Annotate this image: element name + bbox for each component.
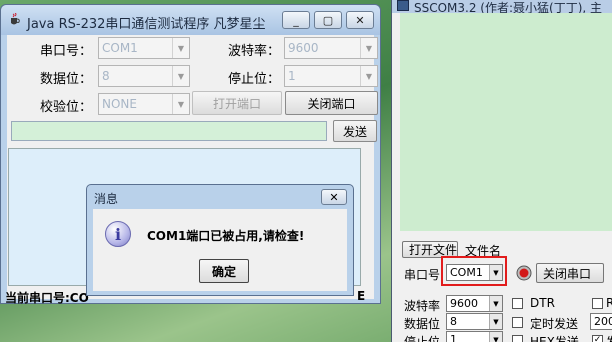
stopbits-combo[interactable]: 1 ▼	[284, 65, 378, 87]
port-combo[interactable]: COM1 ▼	[98, 37, 190, 59]
chevron-down-icon: ▼	[360, 66, 377, 86]
timed-send-label: 定时发送	[530, 317, 579, 331]
chevron-down-icon: ▼	[172, 38, 189, 58]
stopbits-value: 1	[288, 69, 296, 83]
minimize-icon: _	[293, 13, 299, 27]
maximize-icon: ▢	[322, 13, 334, 27]
sscom-app-icon	[397, 0, 409, 11]
dtr-label: DTR	[530, 296, 555, 310]
chevron-down-icon: ▼	[489, 314, 502, 329]
databits-combo[interactable]: 8 ▼	[98, 65, 190, 87]
timed-send-checkbox[interactable]	[512, 317, 523, 328]
message-dialog: 消息 ✕ i COM1端口已被占用,请检查! 确定	[86, 184, 354, 296]
rts-label: R	[606, 296, 612, 310]
window-title: Java RS-232串口通信测试程序 凡梦星尘	[27, 17, 266, 32]
baud-combo[interactable]: 9600 ▼	[284, 37, 378, 59]
chevron-down-icon: ▼	[360, 38, 377, 58]
hex-send-checkbox[interactable]	[512, 335, 523, 342]
dialog-title: 消息	[94, 192, 119, 206]
sscom-stopbits-label: 停止位	[404, 335, 441, 342]
sscom-window: SSCOM3.2 (作者:聂小猛(丁丁), 主 打开文件 文件名 串口号 COM…	[391, 0, 612, 342]
status-text: 当前串口号:CO	[5, 291, 89, 305]
chevron-down-icon: ▼	[489, 296, 502, 311]
close-icon: ✕	[329, 190, 339, 204]
rts-checkbox[interactable]	[592, 298, 603, 309]
parity-label: 校验位：	[40, 100, 93, 115]
close-port-button[interactable]: 关闭端口	[285, 91, 378, 115]
baud-value: 9600	[288, 41, 319, 55]
port-label: 串口号：	[40, 44, 93, 59]
info-glyph: i	[114, 224, 122, 244]
sscom-port-label: 串口号	[404, 268, 441, 282]
dialog-body: i COM1端口已被占用,请检查! 确定	[93, 209, 347, 291]
send-button[interactable]: 发送	[333, 120, 377, 142]
chevron-down-icon: ▼	[489, 332, 502, 342]
annotation-highlight-box	[441, 256, 507, 286]
port-value: COM1	[102, 41, 138, 55]
stopbits-label: 停止位：	[228, 72, 281, 87]
send-input[interactable]	[11, 121, 327, 141]
parity-combo[interactable]: NONE ▼	[98, 93, 190, 115]
databits-value: 8	[102, 69, 110, 83]
sscom-baud-combo[interactable]: 9600 ▼	[446, 295, 503, 312]
dialog-close-button[interactable]: ✕	[321, 189, 347, 205]
sscom-baud-value: 9600	[450, 297, 478, 310]
sscom-close-port-button[interactable]: 关闭串口	[536, 263, 604, 283]
status-text-tail: E	[357, 289, 366, 303]
sscom-databits-label: 数据位	[404, 317, 441, 331]
close-button[interactable]: ✕	[346, 11, 374, 29]
ok-button[interactable]: 确定	[199, 259, 249, 283]
minimize-button[interactable]: _	[282, 11, 310, 29]
sscom-stopbits-combo[interactable]: 1 ▼	[446, 331, 503, 342]
hex-send-label: HEX发送	[530, 335, 579, 342]
title-bar[interactable]: Java RS-232串口通信测试程序 凡梦星尘 _ ▢ ✕	[1, 5, 380, 35]
interval-input[interactable]: 2000	[590, 313, 612, 330]
java-cup-icon	[11, 13, 20, 25]
open-port-button[interactable]: 打开端口	[192, 91, 282, 115]
databits-label: 数据位：	[40, 72, 93, 87]
dtr-checkbox[interactable]	[512, 298, 523, 309]
interval-value: 2000	[594, 315, 612, 328]
chevron-down-icon: ▼	[172, 94, 189, 114]
dialog-message: COM1端口已被占用,请检查!	[147, 229, 305, 243]
sscom-title-bar[interactable]: SSCOM3.2 (作者:聂小猛(丁丁), 主	[392, 0, 612, 15]
sscom-baud-label: 波特率	[404, 299, 441, 313]
chevron-down-icon: ▼	[172, 66, 189, 86]
port-status-indicator-icon	[516, 265, 532, 281]
hex-send-tail-label: 发	[606, 333, 612, 342]
sscom-receive-area[interactable]	[400, 13, 612, 231]
checked-checkbox[interactable]: ✓	[592, 335, 603, 342]
info-icon: i	[105, 221, 131, 247]
parity-value: NONE	[102, 97, 137, 111]
close-icon: ✕	[355, 13, 365, 27]
baud-label: 波特率：	[228, 44, 281, 59]
sscom-databits-value: 8	[450, 315, 457, 328]
sscom-stopbits-value: 1	[450, 333, 457, 342]
maximize-button[interactable]: ▢	[314, 11, 342, 29]
sscom-databits-combo[interactable]: 8 ▼	[446, 313, 503, 330]
